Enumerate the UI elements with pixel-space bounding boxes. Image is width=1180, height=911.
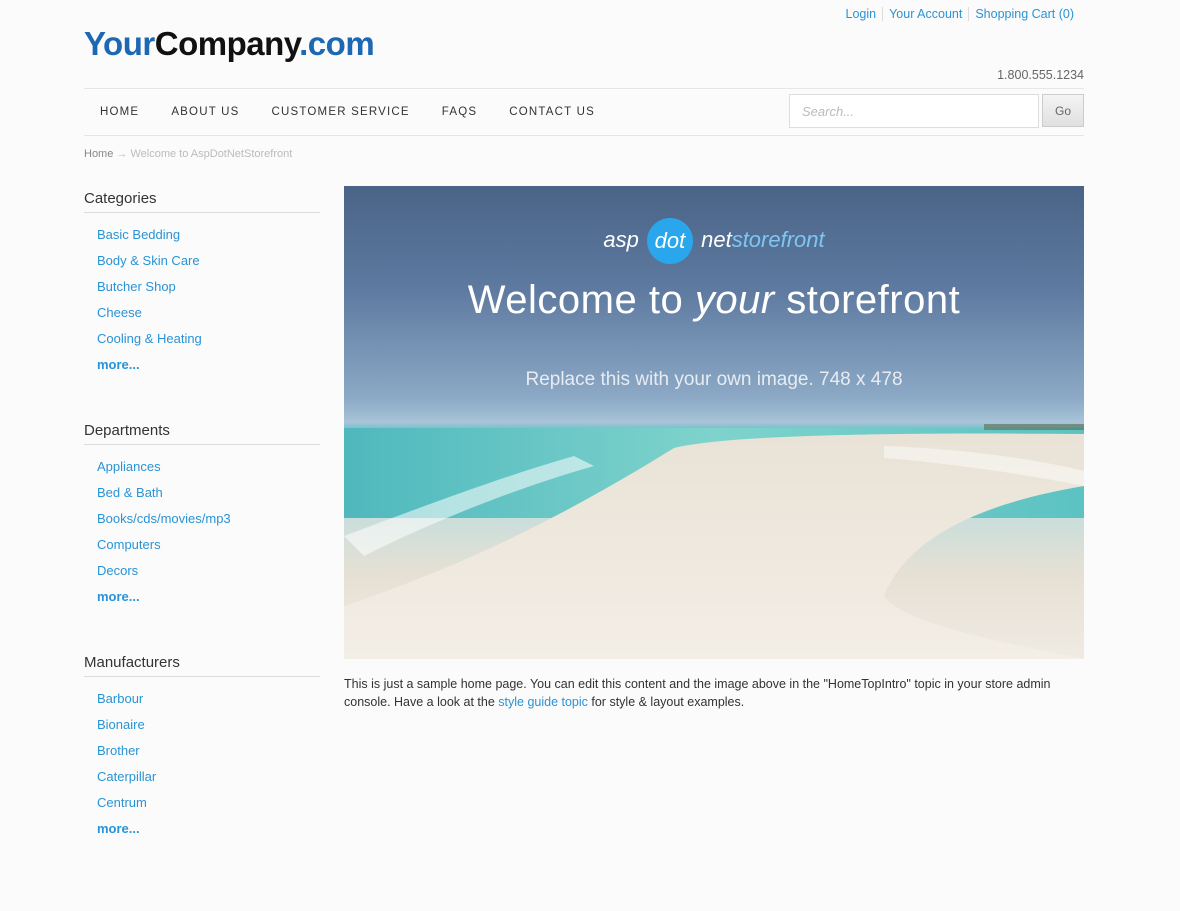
manufacturer-link[interactable]: Centrum — [97, 795, 147, 810]
nav-about-us[interactable]: ABOUT US — [155, 106, 255, 118]
brand-storefront: storefront — [731, 226, 825, 252]
intro-text-part2: for style & layout examples. — [587, 695, 745, 709]
category-link[interactable]: Butcher Shop — [97, 279, 176, 294]
departments-list: Appliances Bed & Bath Books/cds/movies/m… — [84, 459, 320, 615]
your-account-link[interactable]: Your Account — [882, 7, 968, 21]
site-logo[interactable]: YourCompany.com — [84, 24, 375, 64]
breadcrumb: Home → Welcome to AspDotNetStorefront — [84, 148, 292, 160]
search-input[interactable] — [789, 94, 1039, 128]
department-link[interactable]: Computers — [97, 537, 161, 552]
brand-net: net — [701, 226, 732, 252]
hero-title-pre: Welcome to — [467, 278, 695, 322]
nav-customer-service[interactable]: CUSTOMER SERVICE — [256, 106, 426, 118]
sidebar-title-categories: Categories — [84, 190, 320, 213]
breadcrumb-home-link[interactable]: Home — [84, 148, 113, 160]
shopping-cart-link[interactable]: Shopping Cart (0) — [968, 7, 1080, 21]
manufacturers-list: Barbour Bionaire Brother Caterpillar Cen… — [84, 691, 320, 847]
categories-list: Basic Bedding Body & Skin Care Butcher S… — [84, 227, 320, 383]
manufacturer-link[interactable]: Brother — [97, 743, 140, 758]
hero-title-post: storefront — [774, 278, 961, 322]
manufacturer-link[interactable]: Barbour — [97, 691, 143, 706]
category-link[interactable]: Basic Bedding — [97, 227, 180, 242]
category-link[interactable]: Cooling & Heating — [97, 331, 202, 346]
page: Login Your Account Shopping Cart (0) You… — [84, 0, 1084, 911]
nav-contact-us[interactable]: CONTACT US — [493, 106, 611, 118]
login-link[interactable]: Login — [840, 7, 883, 21]
manufacturer-link[interactable]: Caterpillar — [97, 769, 156, 784]
manufacturer-link[interactable]: Bionaire — [97, 717, 145, 732]
hero-title: Welcome to your storefront — [344, 278, 1084, 323]
category-link[interactable]: Cheese — [97, 305, 142, 320]
sidebar-group-categories: Categories Basic Bedding Body & Skin Car… — [84, 190, 320, 383]
intro-text: This is just a sample home page. You can… — [344, 675, 1084, 711]
aspdotnetstorefront-logo: asp dot netstorefront — [344, 218, 1084, 264]
brand-dot-circle: dot — [646, 218, 693, 264]
main-nav-bar: HOME ABOUT US CUSTOMER SERVICE FAQS CONT… — [84, 88, 1084, 136]
nav-faqs[interactable]: FAQS — [426, 106, 493, 118]
hero-banner-image: asp dot netstorefront Welcome to your st… — [344, 186, 1084, 659]
sidebar-title-manufacturers: Manufacturers — [84, 654, 320, 677]
categories-more-link[interactable]: more... — [97, 357, 140, 372]
main-nav: HOME ABOUT US CUSTOMER SERVICE FAQS CONT… — [84, 89, 611, 135]
department-link[interactable]: Bed & Bath — [97, 485, 163, 500]
category-link[interactable]: Body & Skin Care — [97, 253, 200, 268]
department-link[interactable]: Books/cds/movies/mp3 — [97, 511, 231, 526]
style-guide-link[interactable]: style guide topic — [498, 695, 588, 709]
hero-title-em: your — [694, 278, 775, 322]
brand-asp: asp — [603, 226, 639, 252]
departments-more-link[interactable]: more... — [97, 589, 140, 604]
manufacturers-more-link[interactable]: more... — [97, 821, 140, 836]
department-link[interactable]: Decors — [97, 563, 138, 578]
breadcrumb-separator: → — [116, 148, 128, 160]
sidebar-title-departments: Departments — [84, 422, 320, 445]
phone-number: 1.800.555.1234 — [997, 68, 1084, 82]
breadcrumb-current: Welcome to AspDotNetStorefront — [130, 148, 293, 160]
sidebar: Categories Basic Bedding Body & Skin Car… — [84, 190, 320, 886]
search-go-button[interactable]: Go — [1042, 94, 1084, 127]
sidebar-group-manufacturers: Manufacturers Barbour Bionaire Brother C… — [84, 654, 320, 847]
department-link[interactable]: Appliances — [97, 459, 161, 474]
logo-part-your: Your — [84, 25, 155, 62]
sidebar-group-departments: Departments Appliances Bed & Bath Books/… — [84, 422, 320, 615]
hero-subtitle: Replace this with your own image. 748 x … — [525, 369, 903, 390]
nav-home[interactable]: HOME — [84, 106, 155, 118]
top-links: Login Your Account Shopping Cart (0) — [840, 7, 1080, 21]
logo-part-com: .com — [299, 25, 375, 62]
logo-part-company: Company — [154, 25, 300, 62]
